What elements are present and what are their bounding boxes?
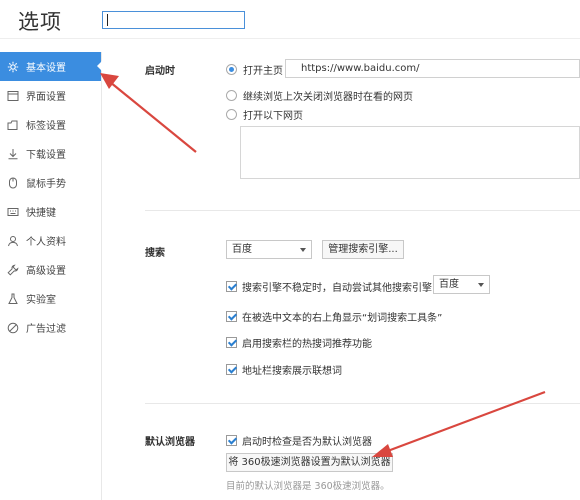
- checkbox-checked[interactable]: [226, 337, 237, 348]
- home-url-input[interactable]: https://www.baidu.com/: [285, 59, 580, 78]
- option-label: 继续浏览上次关闭浏览器时在看的网页: [243, 92, 413, 103]
- select-value: 百度: [232, 244, 252, 255]
- window-icon: [6, 89, 19, 102]
- mouse-icon: [6, 176, 19, 189]
- sidebar-item-ad-filter[interactable]: 广告过滤: [0, 313, 101, 342]
- text-caret: [107, 14, 108, 26]
- block-icon: [6, 321, 19, 334]
- window-title: 选项: [18, 10, 62, 34]
- startup-restore-option[interactable]: 继续浏览上次关闭浏览器时在看的网页: [226, 88, 413, 103]
- selection-toolbar-option[interactable]: 在被选中文本的右上角显示“划词搜索工具条”: [226, 309, 442, 324]
- sidebar-item-label: 高级设置: [26, 266, 66, 277]
- sidebar-item-basic-settings[interactable]: 基本设置: [0, 52, 102, 81]
- startup-section-label: 启动时: [145, 66, 175, 77]
- radio-unselected[interactable]: [226, 90, 237, 101]
- radio-selected[interactable]: [226, 64, 237, 75]
- option-label: 地址栏搜索展示联想词: [242, 366, 342, 377]
- sidebar-item-interface-settings[interactable]: 界面设置: [0, 81, 101, 110]
- checkbox-checked[interactable]: [226, 311, 237, 322]
- sidebar-item-label: 界面设置: [26, 92, 66, 103]
- startup-open-pages-option[interactable]: 打开以下网页: [226, 107, 303, 122]
- sidebar-item-label: 实验室: [26, 295, 56, 306]
- sidebar-item-mouse-gestures[interactable]: 鼠标手势: [0, 168, 101, 197]
- keyboard-icon: [6, 205, 19, 218]
- checkbox-checked[interactable]: [226, 435, 237, 446]
- select-value: 百度: [439, 279, 459, 290]
- search-engine-select[interactable]: 百度: [226, 240, 312, 259]
- fallback-engine-select[interactable]: 百度: [433, 275, 490, 294]
- flask-icon: [6, 292, 19, 305]
- manage-search-engines-button[interactable]: 管理搜索引擎...: [322, 240, 404, 259]
- sidebar: 基本设置 界面设置 标签设置 下载设置 鼠标手势 快捷键 个人资料 高级设置 实…: [0, 52, 102, 500]
- annotation-arrowhead: [100, 73, 119, 89]
- sidebar-item-advanced-settings[interactable]: 高级设置: [0, 255, 101, 284]
- wrench-icon: [6, 263, 19, 276]
- sidebar-item-download-settings[interactable]: 下载设置: [0, 139, 101, 168]
- default-browser-status: 目前的默认浏览器是 360极速浏览器。: [226, 481, 390, 492]
- checkbox-checked[interactable]: [226, 281, 237, 292]
- check-default-on-start-option[interactable]: 启动时检查是否为默认浏览器: [226, 433, 372, 448]
- radio-unselected[interactable]: [226, 109, 237, 120]
- sidebar-item-profile[interactable]: 个人资料: [0, 226, 101, 255]
- option-label: 打开以下网页: [243, 111, 303, 122]
- section-divider: [145, 210, 580, 211]
- download-icon: [6, 147, 19, 160]
- sidebar-item-label: 个人资料: [26, 237, 66, 248]
- sidebar-item-label: 标签设置: [26, 121, 66, 132]
- hot-search-option[interactable]: 启用搜索栏的热搜词推荐功能: [226, 335, 372, 350]
- fallback-engine-option[interactable]: 搜索引擎不稳定时，自动尝试其他搜索引擎：: [226, 279, 442, 294]
- address-suggest-option[interactable]: 地址栏搜索展示联想词: [226, 362, 342, 377]
- option-label: 启用搜索栏的热搜词推荐功能: [242, 339, 372, 350]
- sidebar-item-label: 基本设置: [26, 63, 66, 74]
- option-label: 启动时检查是否为默认浏览器: [242, 437, 372, 448]
- tab-icon: [6, 118, 19, 131]
- chevron-down-icon: [300, 248, 306, 252]
- sidebar-item-tab-settings[interactable]: 标签设置: [0, 110, 101, 139]
- annotation-arrow-default-browser: [384, 390, 546, 454]
- set-default-browser-button[interactable]: 将 360极速浏览器设置为默认浏览器: [226, 453, 393, 472]
- startup-open-home-option[interactable]: 打开主页: [226, 62, 283, 77]
- sidebar-item-label: 下载设置: [26, 150, 66, 161]
- header-divider: [0, 38, 580, 39]
- sidebar-item-label: 鼠标手势: [26, 179, 66, 190]
- gear-icon: [6, 60, 19, 73]
- section-divider: [145, 403, 580, 404]
- startup-pages-list[interactable]: [240, 126, 580, 179]
- chevron-down-icon: [478, 283, 484, 287]
- option-label: 在被选中文本的右上角显示“划词搜索工具条”: [242, 313, 443, 324]
- checkbox-checked[interactable]: [226, 364, 237, 375]
- option-label: 搜索引擎不稳定时，自动尝试其他搜索引擎：: [242, 283, 442, 294]
- default-browser-section-label: 默认浏览器: [145, 437, 195, 448]
- search-section-label: 搜索: [145, 248, 165, 259]
- sidebar-item-label: 快捷键: [26, 208, 56, 219]
- annotation-arrow-sidebar: [109, 81, 197, 153]
- user-icon: [6, 234, 19, 247]
- sidebar-item-labs[interactable]: 实验室: [0, 284, 101, 313]
- option-label: 打开主页: [243, 66, 283, 77]
- sidebar-item-shortcuts[interactable]: 快捷键: [0, 197, 101, 226]
- sidebar-item-label: 广告过滤: [26, 324, 66, 335]
- options-search-input[interactable]: [102, 11, 245, 29]
